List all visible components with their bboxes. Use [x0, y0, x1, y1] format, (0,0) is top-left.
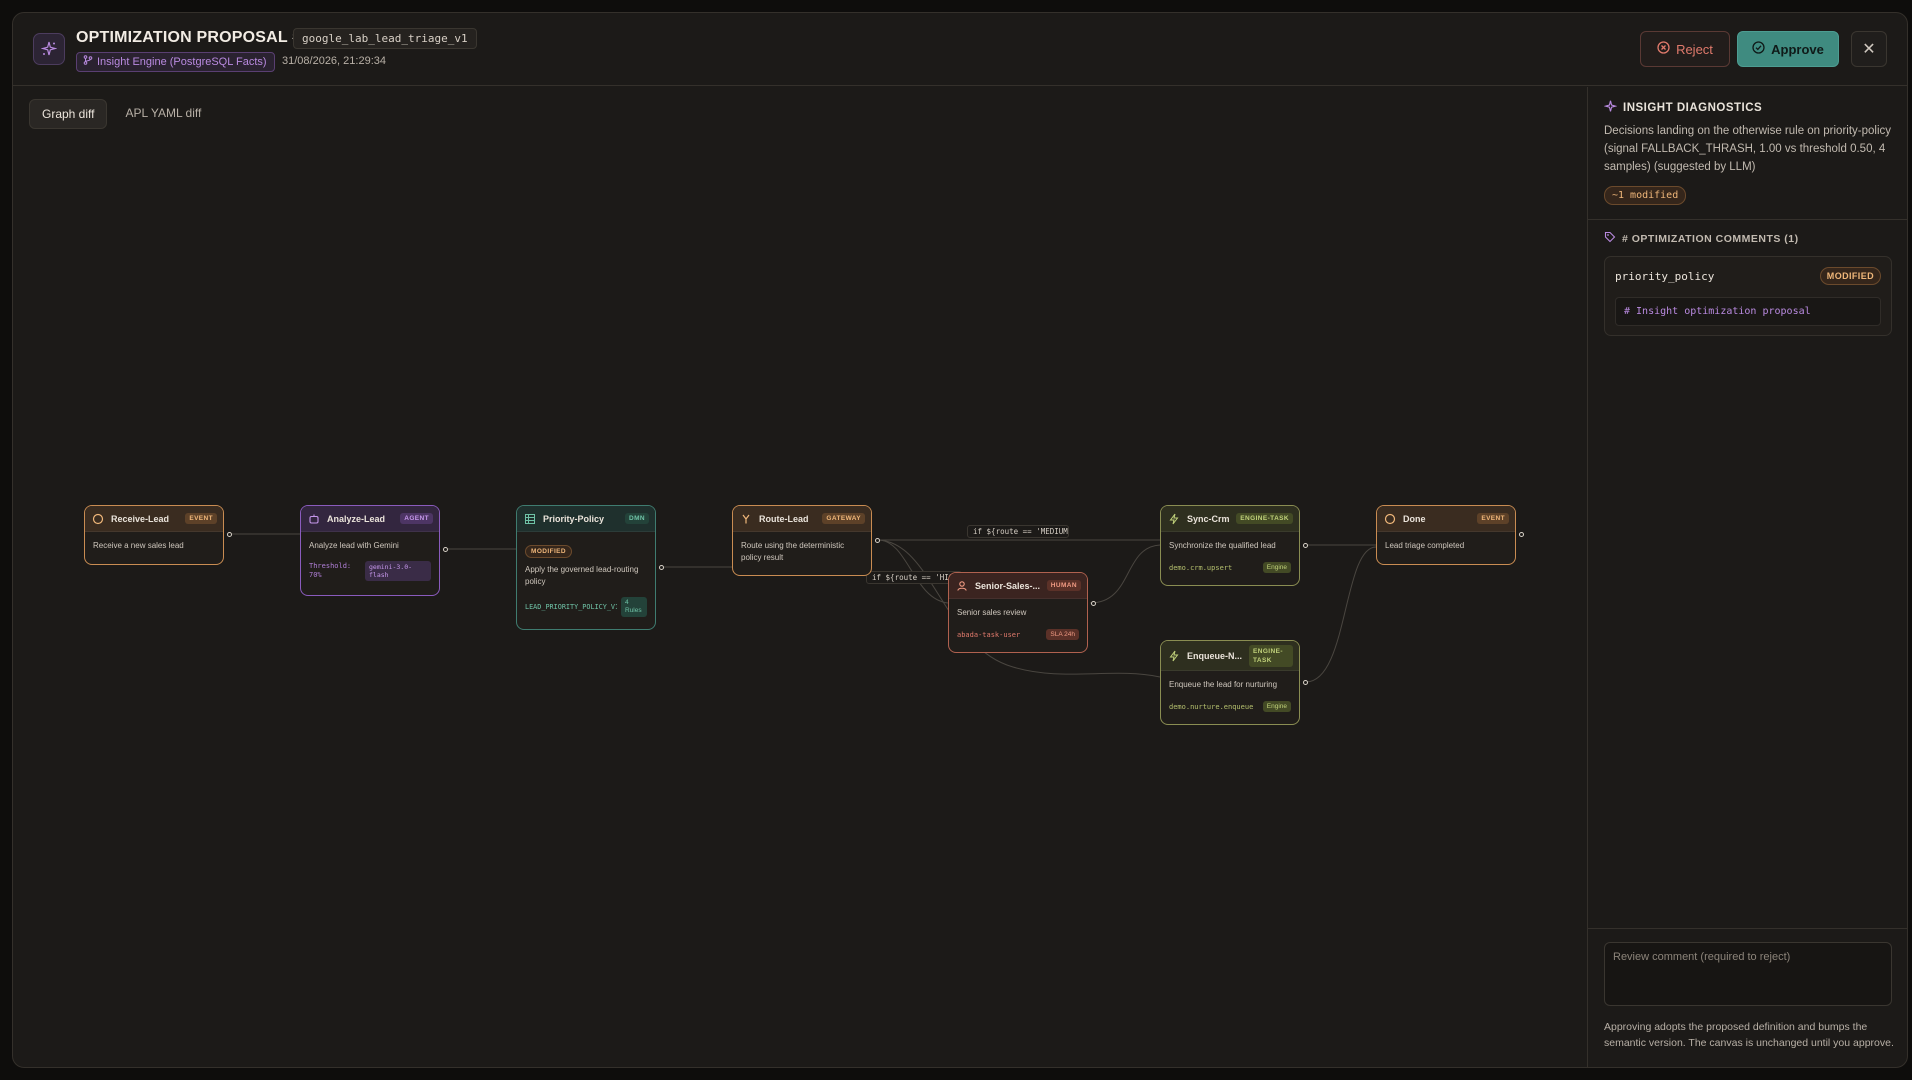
comment-code: # Insight optimization proposal	[1615, 297, 1881, 326]
graph-canvas[interactable]: Graph diff APL YAML diff if ${route == '…	[13, 87, 1587, 1067]
node-type-badge: DMN	[624, 513, 649, 524]
node-type-badge: GATEWAY	[822, 513, 865, 524]
fork-icon	[739, 512, 753, 526]
circle-icon	[1383, 512, 1397, 526]
edge-senior-sync	[1089, 544, 1161, 604]
engine-pill: Engine	[1262, 701, 1291, 712]
review-comment-input[interactable]	[1604, 942, 1892, 1006]
close-button[interactable]: ✕	[1851, 31, 1887, 67]
modified-badge: MODIFIED	[525, 545, 572, 558]
node-description: Route using the deterministic policy res…	[741, 541, 845, 562]
reject-label: Reject	[1676, 41, 1713, 57]
node-title: Enqueue-N...	[1187, 650, 1243, 661]
sparkles-icon	[1603, 100, 1618, 116]
sla-pill: SLA 24h	[1046, 629, 1079, 640]
node-title: Done	[1403, 513, 1426, 524]
modal-header: OPTIMIZATION PROPOSAL #1 google_lab_lead…	[13, 13, 1907, 86]
node-description: Synchronize the qualified lead	[1169, 541, 1276, 550]
node-description: Enqueue the lead for nurturing	[1169, 680, 1278, 689]
comment-card: priority_policy MODIFIED # Insight optim…	[1604, 256, 1892, 336]
node-title: Analyze-Lead	[327, 513, 386, 524]
robot-icon	[307, 512, 321, 526]
edge-enqueue-done	[1305, 546, 1377, 683]
proposal-modal: OPTIMIZATION PROPOSAL #1 google_lab_lead…	[12, 12, 1908, 1068]
graph-edges	[230, 533, 1377, 683]
output-handle[interactable]	[227, 532, 232, 537]
node-title: Receive-Lead	[111, 513, 170, 524]
node-description: Receive a new sales lead	[93, 541, 184, 550]
node-description: Senior sales review	[957, 608, 1027, 617]
node-description: Apply the governed lead-routing policy	[525, 565, 639, 586]
edge-label-medium: if ${route == 'MEDIUM'}	[967, 525, 1069, 538]
node-description: Analyze lead with Gemini	[309, 541, 399, 550]
source-chip: Insight Engine (PostgreSQL Facts)	[76, 52, 275, 72]
output-handle[interactable]	[1091, 601, 1096, 606]
check-circle-icon	[1752, 41, 1765, 57]
node-sync-crm[interactable]: Sync-Crm ENGINE-TASK Synchronize the qua…	[1160, 505, 1300, 586]
modified-badge: MODIFIED	[1819, 267, 1881, 285]
rules-count: 4 Rules	[621, 597, 647, 617]
node-type-badge: EVENT	[1477, 513, 1509, 524]
node-type-badge: AGENT	[400, 513, 433, 524]
flow-id-chip: google_lab_lead_triage_v1	[293, 28, 477, 49]
node-senior-sales[interactable]: Senior-Sales-... HUMAN Senior sales revi…	[948, 572, 1088, 653]
sparkles-icon	[33, 33, 65, 65]
node-title: Sync-Crm	[1187, 513, 1230, 524]
table-icon	[523, 512, 537, 526]
node-analyze-lead[interactable]: Analyze-Lead AGENT Analyze lead with Gem…	[300, 505, 440, 596]
node-type-badge: ENGINE-TASK	[1236, 513, 1293, 524]
node-receive-lead[interactable]: Receive-Lead EVENT Receive a new sales l…	[84, 505, 224, 565]
close-icon: ✕	[1862, 41, 1876, 58]
approve-label: Approve	[1771, 41, 1824, 57]
operation: demo.crm.upsert	[1169, 563, 1233, 572]
engine-pill: Engine	[1262, 562, 1291, 573]
assignee: abada-task-user	[957, 630, 1021, 639]
user-icon	[955, 579, 969, 593]
node-type-badge: HUMAN	[1046, 580, 1081, 591]
page-title: OPTIMIZATION PROPOSAL #1	[76, 29, 311, 46]
tag-icon	[1604, 231, 1616, 246]
comments-title: # OPTIMIZATION COMMENTS (1)	[1622, 232, 1799, 245]
approve-button[interactable]: Approve	[1737, 31, 1839, 67]
approve-footnote: Approving adopts the proposed definition…	[1604, 1021, 1894, 1049]
divider	[1588, 928, 1907, 929]
comment-key: priority_policy	[1615, 270, 1715, 283]
git-branch-icon	[83, 53, 93, 71]
operation: demo.nurture.enqueue	[1169, 702, 1254, 711]
node-title: Route-Lead	[759, 513, 809, 524]
node-title: Senior-Sales-...	[975, 580, 1041, 591]
output-handle[interactable]	[875, 538, 880, 543]
output-handle[interactable]	[659, 565, 664, 570]
node-type-badge: EVENT	[185, 513, 217, 524]
circle-icon	[91, 512, 105, 526]
lightning-icon	[1167, 649, 1181, 663]
timestamp: 31/08/2026, 21:29:34	[282, 55, 386, 67]
output-handle[interactable]	[1519, 532, 1524, 537]
node-priority-policy[interactable]: Priority-Policy DMN MODIFIED Apply the g…	[516, 505, 656, 630]
comments-heading: # OPTIMIZATION COMMENTS (1)	[1604, 231, 1799, 246]
node-type-badge: ENGINE-TASK	[1249, 644, 1293, 667]
modified-count-chip: ~1 modified	[1604, 186, 1687, 205]
node-enqueue-nurture[interactable]: Enqueue-N... ENGINE-TASK Enqueue the lea…	[1160, 640, 1300, 725]
diagnostics-text: Decisions landing on the otherwise rule …	[1604, 125, 1892, 173]
reject-button[interactable]: Reject	[1640, 31, 1730, 67]
lightning-icon	[1167, 512, 1181, 526]
node-title: Priority-Policy	[543, 513, 605, 524]
model-pill: gemini-3.0-flash	[365, 561, 431, 581]
node-description: Lead triage completed	[1385, 541, 1465, 550]
x-circle-icon	[1657, 41, 1670, 57]
diagnostics-heading: INSIGHT DIAGNOSTICS	[1603, 100, 1763, 116]
agent-threshold: Threshold: 70%	[309, 562, 352, 579]
insight-panel: INSIGHT DIAGNOSTICS Decisions landing on…	[1587, 87, 1907, 1067]
node-done[interactable]: Done EVENT Lead triage completed	[1376, 505, 1516, 565]
output-handle[interactable]	[1303, 543, 1308, 548]
source-label: Insight Engine (PostgreSQL Facts)	[97, 56, 267, 68]
output-handle[interactable]	[443, 547, 448, 552]
node-route-lead[interactable]: Route-Lead GATEWAY Route using the deter…	[732, 505, 872, 576]
divider	[1588, 219, 1907, 220]
decision-table-id: LEAD_PRIORITY_POLICY_V1	[525, 603, 617, 611]
diagnostics-title: INSIGHT DIAGNOSTICS	[1623, 102, 1763, 114]
output-handle[interactable]	[1303, 680, 1308, 685]
